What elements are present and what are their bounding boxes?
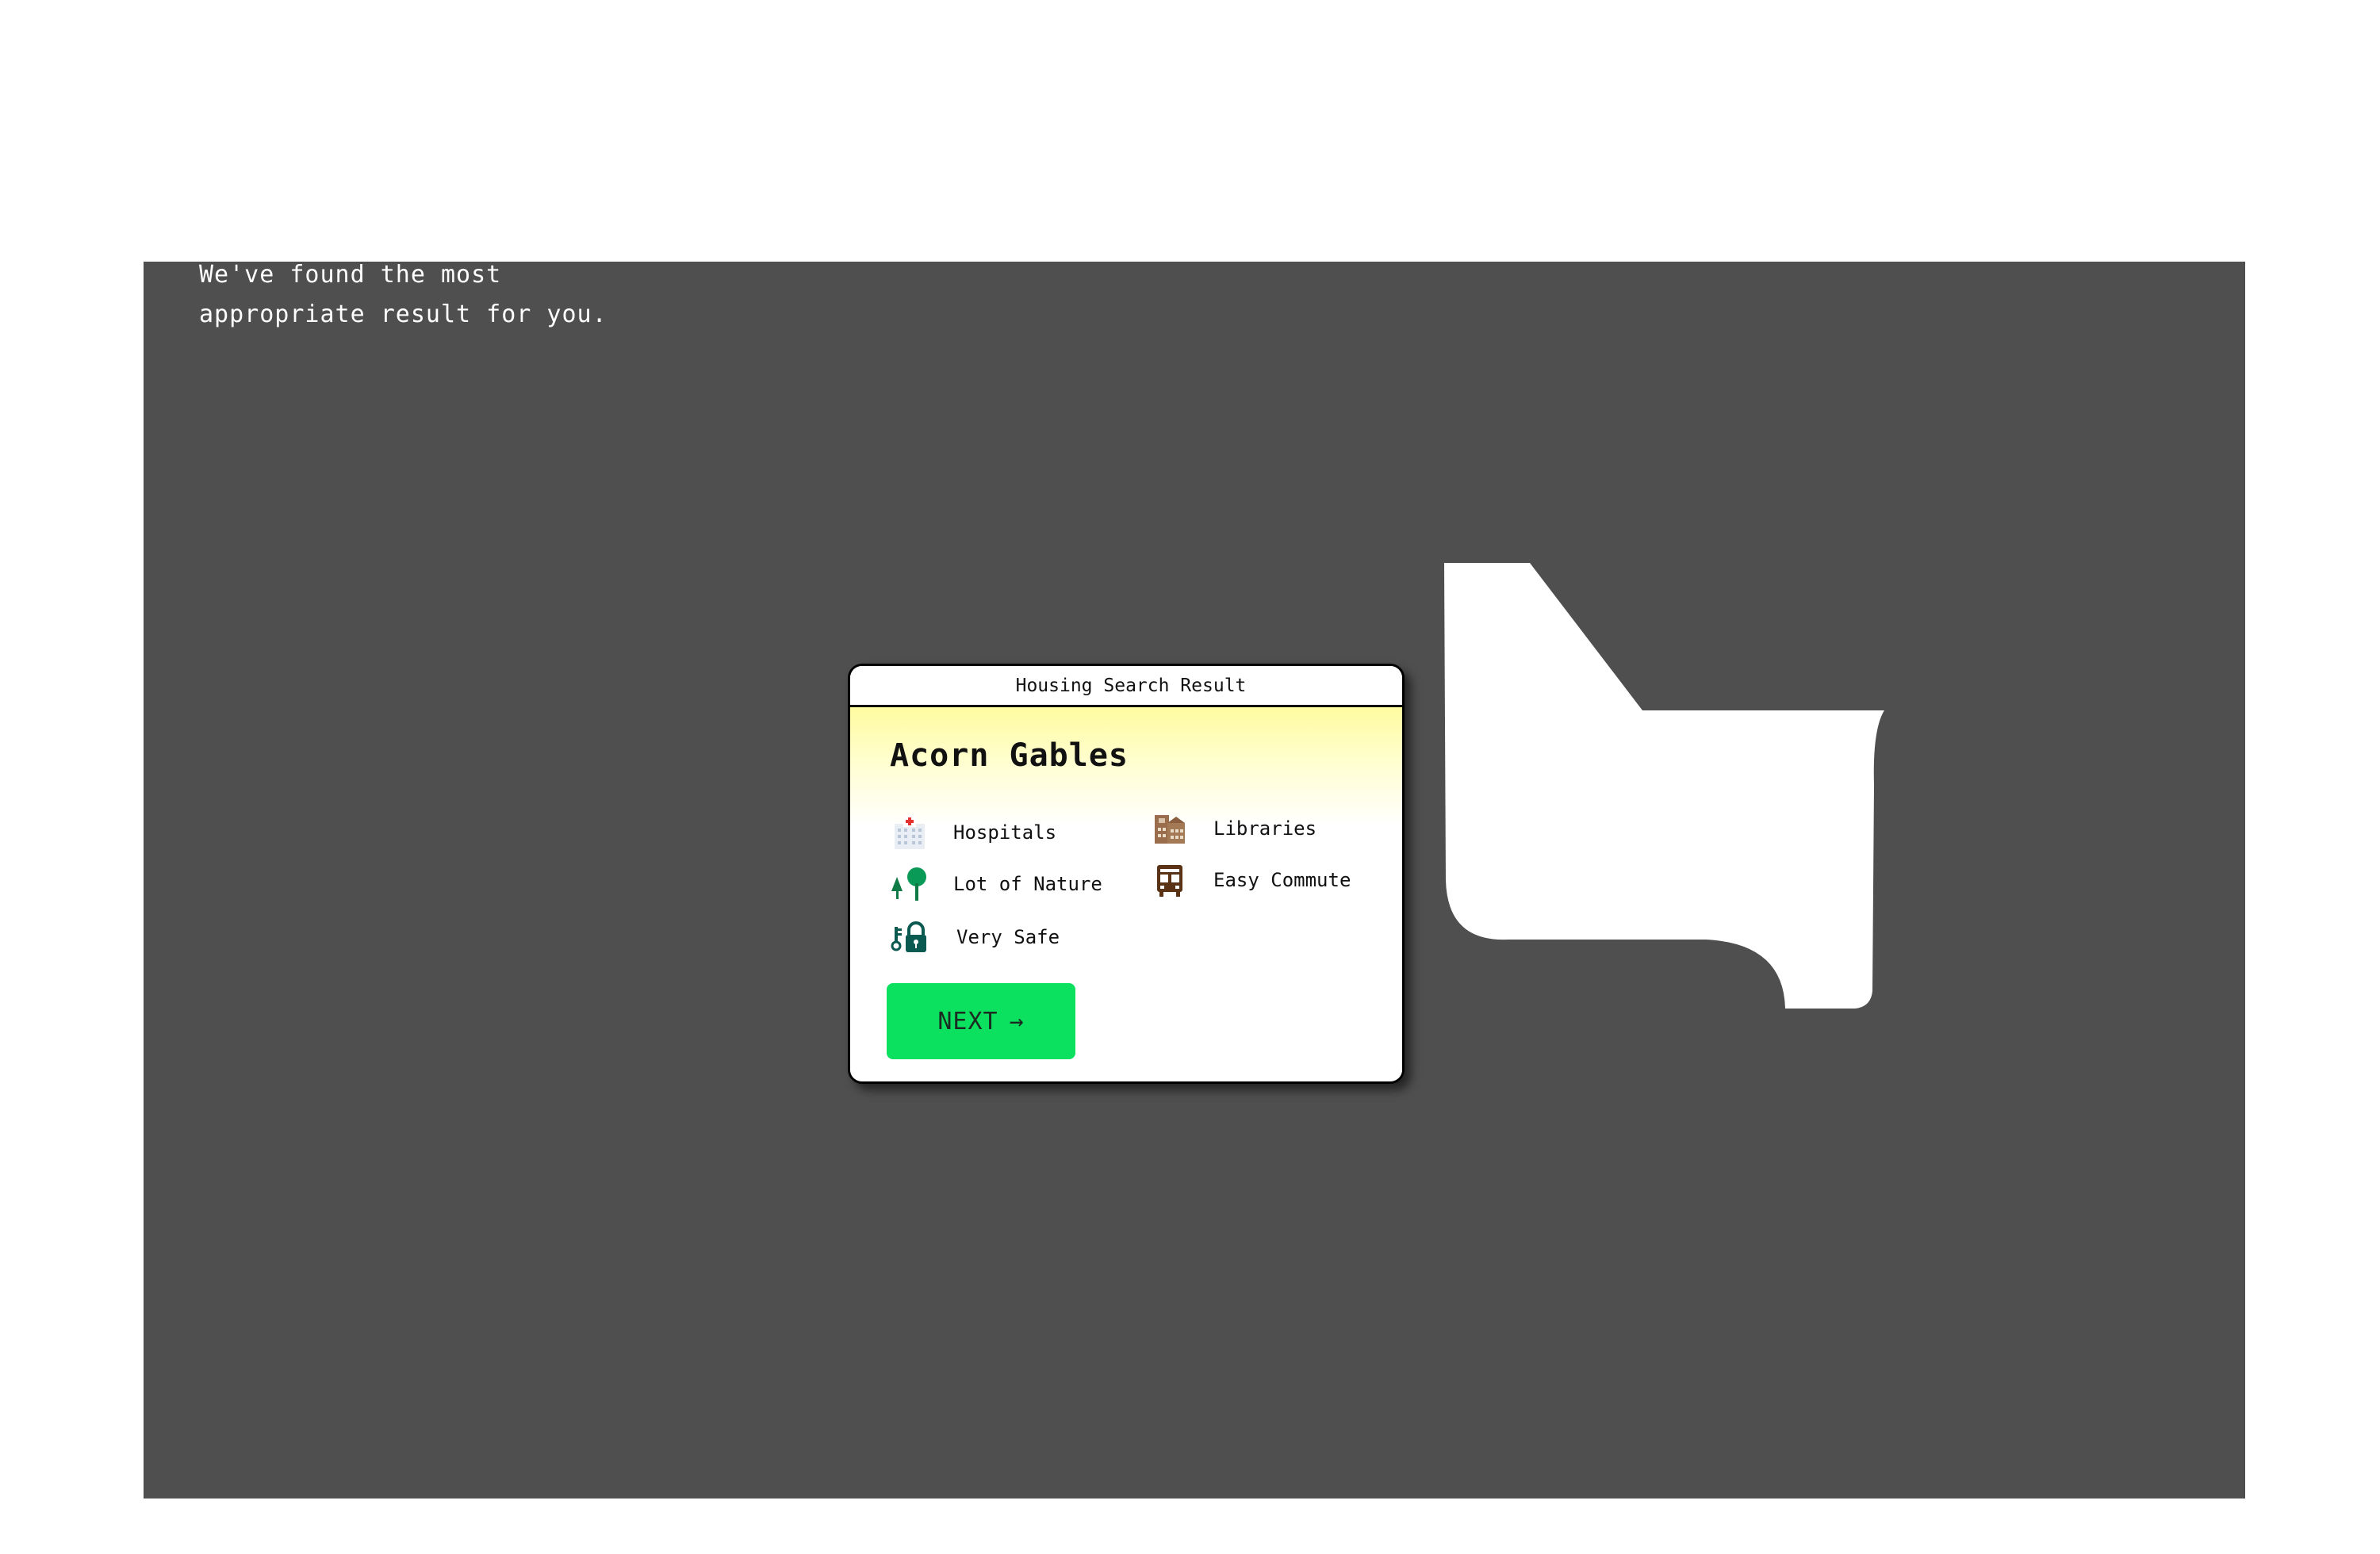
next-button[interactable]: NEXT →	[887, 983, 1075, 1059]
feature-hospitals-label: Hospitals	[953, 821, 1057, 844]
next-button-label: NEXT	[937, 1007, 998, 1035]
result-card: Housing Search Result Acorn Gables Hospi…	[848, 664, 1405, 1084]
stage-background: We've found the most appropriate result …	[144, 261, 2245, 1498]
feature-libraries-label: Libraries	[1213, 817, 1317, 840]
feature-nature: Lot of Nature	[890, 864, 1102, 904]
feature-libraries: Libraries	[1150, 809, 1316, 848]
intro-line-1: We've found the most	[199, 261, 502, 289]
intro-line-2: appropriate result for you.	[199, 300, 607, 328]
card-body: Acorn Gables Hospitals Libraries Lot of …	[850, 707, 1402, 1079]
intro-text: We've found the most appropriate result …	[199, 255, 754, 335]
bus-icon	[1150, 860, 1190, 900]
lock-key-icon	[890, 917, 929, 957]
decorative-white-shape	[1444, 563, 1884, 1009]
feature-nature-label: Lot of Nature	[953, 873, 1102, 895]
place-name: Acorn Gables	[890, 737, 1129, 774]
feature-hospitals: Hospitals	[890, 813, 1056, 852]
feature-safe-label: Very Safe	[956, 926, 1060, 948]
feature-commute-label: Easy Commute	[1213, 869, 1351, 891]
arrow-right-icon: →	[1009, 1007, 1025, 1035]
library-building-icon	[1150, 809, 1190, 848]
feature-safe: Very Safe	[890, 917, 1060, 957]
trees-icon	[890, 864, 929, 904]
feature-commute: Easy Commute	[1150, 860, 1351, 900]
card-header: Housing Search Result	[850, 666, 1402, 707]
hospital-icon	[890, 813, 929, 852]
page: We've found the most appropriate result …	[0, 0, 2380, 1554]
